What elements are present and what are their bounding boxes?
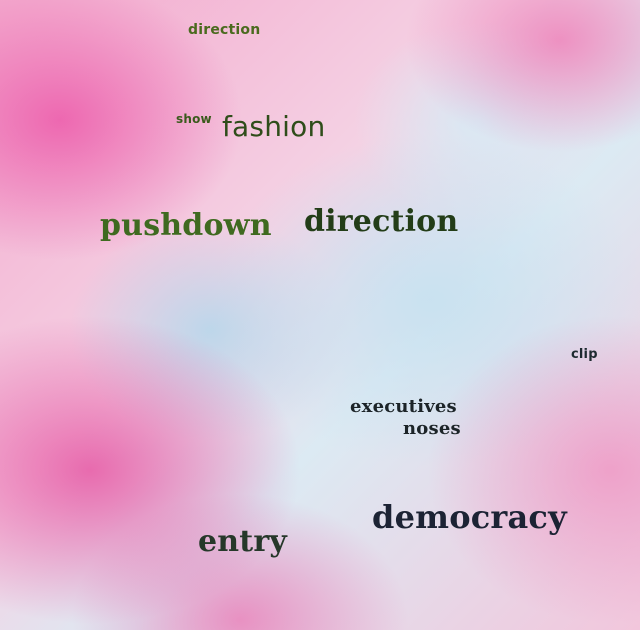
- word-clip: clip: [571, 347, 598, 362]
- word-executives: executives: [350, 396, 457, 417]
- word-noses: noses: [403, 418, 461, 439]
- word-collage-image: direction show fashion pushdown directio…: [0, 0, 640, 630]
- word-democracy: democracy: [372, 498, 567, 536]
- word-direction-small: direction: [188, 22, 261, 38]
- word-show: show: [176, 112, 212, 126]
- word-fashion: fashion: [222, 110, 326, 143]
- word-pushdown: pushdown: [100, 208, 272, 243]
- word-direction-large: direction: [304, 204, 459, 239]
- word-entry: entry: [198, 524, 287, 559]
